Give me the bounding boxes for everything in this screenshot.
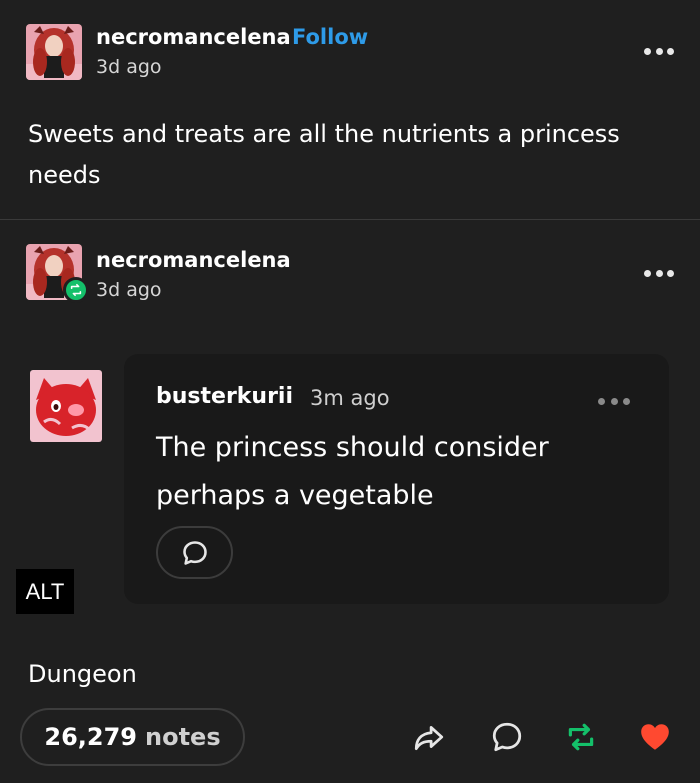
reply-more-options-icon[interactable] [598,398,630,406]
original-timestamp[interactable]: 3d ago [96,56,162,78]
reply-comment-button[interactable] [156,526,233,579]
original-post-text: Sweets and treats are all the nutrients … [28,120,620,189]
heart-icon[interactable] [638,720,672,754]
alt-text-badge[interactable]: ALT [16,569,74,614]
original-post-header: necromancelena Follow 3d ago [0,0,700,90]
reblog-icon[interactable] [564,720,598,754]
notes-label: notes [145,723,221,751]
reblog-username[interactable]: necromancelena [96,248,291,272]
reply-text: The princess should consider perhaps a v… [156,432,549,511]
avatar-busterkurii[interactable] [30,370,102,442]
original-username[interactable]: necromancelena [96,25,291,49]
more-options-icon[interactable] [644,46,674,56]
share-icon[interactable] [412,720,446,754]
reply-username[interactable]: busterkurii [156,384,293,409]
comment-icon[interactable] [490,720,524,754]
notes-button[interactable]: 26,279 notes [20,708,245,766]
post-divider [0,219,700,220]
avatar-necromancelena[interactable] [26,24,82,80]
reply-card: busterkurii 3m ago The princess should c… [124,354,669,604]
reblog-timestamp[interactable]: 3d ago [96,279,162,301]
comment-icon [182,540,207,565]
reblog-badge-icon [63,277,89,303]
follow-button[interactable]: Follow [292,25,368,49]
post-body-text: Dungeon [28,660,137,688]
notes-count: 26,279 [44,723,137,751]
reply-timestamp: 3m ago [310,386,390,410]
reblog-more-options-icon[interactable] [644,268,674,278]
